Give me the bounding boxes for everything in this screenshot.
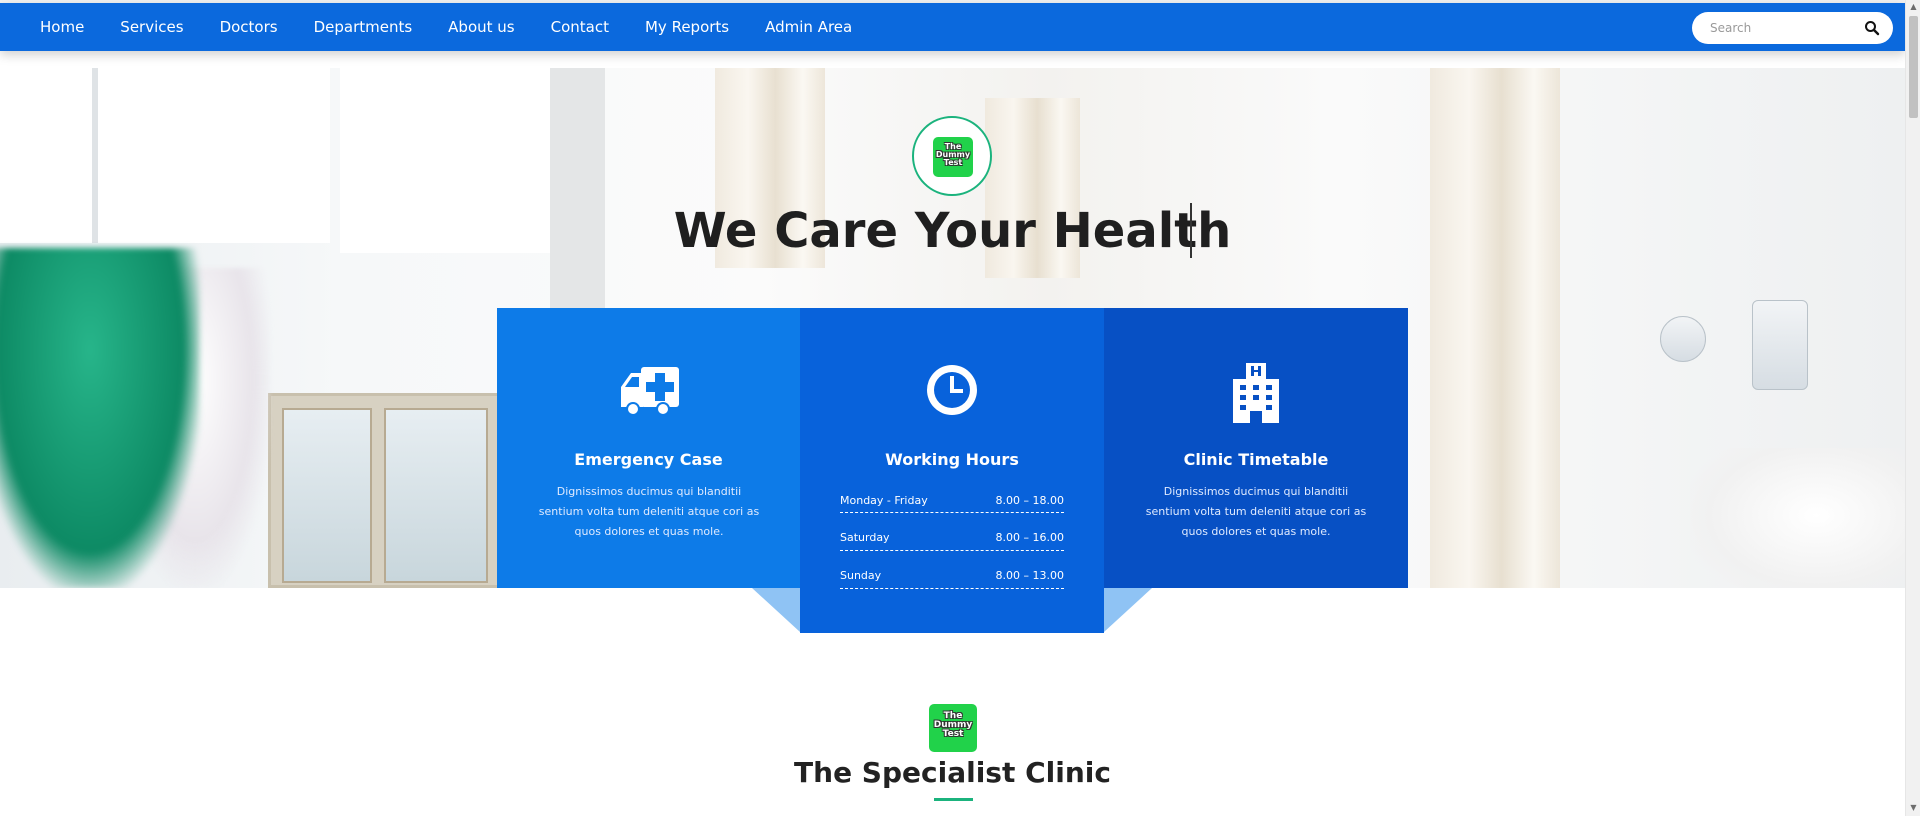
hours-day: Monday - Friday <box>840 494 928 507</box>
nav-item-services[interactable]: Services <box>102 3 201 51</box>
hours-day: Sunday <box>840 569 882 582</box>
window-middle <box>340 68 550 253</box>
medical-equipment <box>1752 300 1808 390</box>
title-underline <box>934 798 973 801</box>
card-title: Clinic Timetable <box>1183 450 1329 469</box>
clock-icon <box>927 365 977 415</box>
window-left <box>0 68 330 243</box>
scrollbar-thumb[interactable] <box>1909 16 1918 118</box>
scroll-up-icon[interactable]: ▲ <box>1909 2 1918 12</box>
hours-time: 8.00 – 18.00 <box>995 494 1064 507</box>
cabinet-glass-right <box>384 408 488 583</box>
page-scrollbar[interactable]: ▲ ▼ <box>1905 0 1920 816</box>
hero-logo: The Dummy Test <box>912 116 992 196</box>
logo-badge: The Dummy Test <box>933 137 973 177</box>
hours-table: Monday - Friday 8.00 – 18.00 Saturday 8.… <box>840 488 1064 589</box>
hours-time: 8.00 – 13.00 <box>995 569 1064 582</box>
card-shadow-right <box>1104 588 1152 632</box>
card-title: Emergency Case <box>574 450 723 469</box>
ambulance-icon <box>620 367 679 416</box>
nav-item-about-us[interactable]: About us <box>430 3 532 51</box>
card-clinic-timetable: Clinic Timetable Dignissimos ducimus qui… <box>1104 308 1408 588</box>
hours-day: Saturday <box>840 531 890 544</box>
nav-item-contact[interactable]: Contact <box>533 3 627 51</box>
nav-item-my-reports[interactable]: My Reports <box>627 3 747 51</box>
window-frame <box>92 68 98 243</box>
specialist-logo: The Dummy Test <box>929 704 977 752</box>
search-input[interactable] <box>1710 19 1860 37</box>
cabinet-glass-left <box>282 408 372 583</box>
card-shadow-left <box>752 588 800 632</box>
card-text: Dignissimos ducimus qui blanditii sentiu… <box>1145 485 1367 538</box>
pillow <box>1690 448 1905 588</box>
search-box <box>1692 12 1893 44</box>
nav-item-admin-area[interactable]: Admin Area <box>747 3 870 51</box>
nav-item-home[interactable]: Home <box>22 3 102 51</box>
nav-item-departments[interactable]: Departments <box>296 3 431 51</box>
main-navbar: Home Services Doctors Departments About … <box>0 3 1905 51</box>
card-title: Working Hours <box>885 450 1019 469</box>
search-icon[interactable] <box>1864 20 1880 36</box>
hours-row: Monday - Friday 8.00 – 18.00 <box>840 488 1064 513</box>
doctor-figure <box>0 248 200 588</box>
section-title: The Specialist Clinic <box>794 756 1111 789</box>
hours-time: 8.00 – 16.00 <box>995 531 1064 544</box>
scroll-down-icon[interactable]: ▼ <box>1909 803 1918 813</box>
hero-title: We Care Your Health <box>673 203 1232 259</box>
card-text: Dignissimos ducimus qui blanditii sentiu… <box>538 485 760 538</box>
wall-panel <box>550 68 605 328</box>
hospital-icon <box>1233 363 1279 423</box>
nav-item-doctors[interactable]: Doctors <box>202 3 296 51</box>
nav-menu: Home Services Doctors Departments About … <box>22 3 870 51</box>
curtain-right <box>1430 68 1560 588</box>
card-working-hours: Working Hours Monday - Friday 8.00 – 18.… <box>800 308 1104 633</box>
hours-row: Sunday 8.00 – 13.00 <box>840 551 1064 589</box>
hours-row: Saturday 8.00 – 16.00 <box>840 513 1064 551</box>
text-cursor <box>1190 203 1192 258</box>
oxygen-gauge <box>1660 316 1706 362</box>
card-emergency: Emergency Case Dignissimos ducimus qui b… <box>497 308 800 588</box>
